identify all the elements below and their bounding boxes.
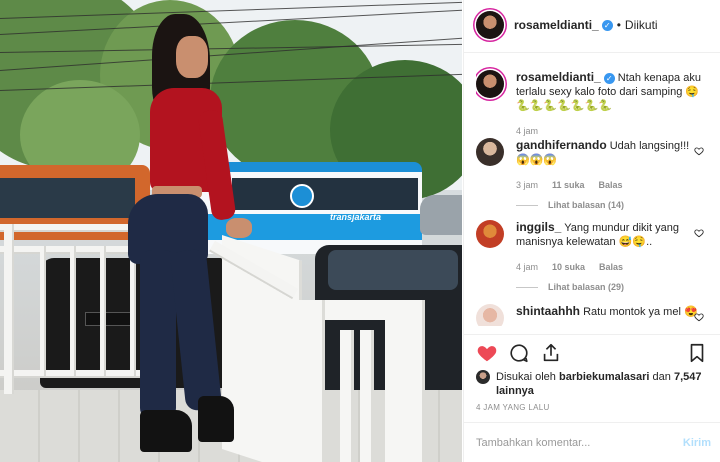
comment-reply-button[interactable]: Balas xyxy=(599,262,623,272)
comment-body: gandhifernando Udah langsing!!! 😱😱😱 xyxy=(516,138,701,167)
post-timestamp[interactable]: 4 JAM YANG LALU xyxy=(476,403,550,412)
photo-bus-window xyxy=(232,178,418,210)
comment-likes[interactable]: 11 suka xyxy=(552,180,585,190)
comment-emojis: 😅🤤.. xyxy=(618,236,653,248)
comment-item: shintaahhh Ratu montok ya mel 😍 xyxy=(476,304,716,326)
post-actions xyxy=(476,340,711,368)
comment-meta: 4 jam 10 suka Balas xyxy=(516,262,623,272)
photo-railing xyxy=(340,330,354,462)
post-header: rosameldianti_ ✓ • Diikuti xyxy=(476,10,711,40)
photo-car-dark-window xyxy=(328,250,458,290)
view-replies-label: Lihat balasan (14) xyxy=(548,200,625,210)
comments-list[interactable]: rosameldianti_ ✓ Ntah kenapa aku terlalu … xyxy=(476,56,716,326)
commenter-avatar[interactable] xyxy=(476,138,504,166)
commenter-avatar[interactable] xyxy=(476,304,504,326)
verified-badge-icon: ✓ xyxy=(603,72,615,84)
author-avatar[interactable] xyxy=(476,11,504,39)
comment-bubble-icon[interactable] xyxy=(508,342,530,364)
verified-badge-icon: ✓ xyxy=(601,19,613,31)
comment-composer: Kirim xyxy=(464,422,720,462)
replies-line xyxy=(516,204,538,206)
photo-fence-post xyxy=(70,246,76,376)
photo-bus-logo-icon xyxy=(290,184,314,208)
like-comment-heart-icon[interactable] xyxy=(694,312,704,322)
caption-username[interactable]: rosameldianti_ xyxy=(516,70,601,84)
comment-username[interactable]: shintaahhh xyxy=(516,304,580,318)
photo-bus-window xyxy=(0,178,135,218)
actions-divider xyxy=(464,334,720,335)
liker-username[interactable]: barbiekumalasari xyxy=(559,371,650,383)
photo-fence-post xyxy=(40,246,46,376)
comment-input[interactable] xyxy=(476,432,671,454)
comment-body: shintaahhh Ratu montok ya mel 😍 xyxy=(516,304,701,319)
caption-time[interactable]: 4 jam xyxy=(516,126,538,136)
comment-meta: 3 jam 11 suka Balas xyxy=(516,180,623,190)
photo-railing xyxy=(285,300,325,462)
likes-prefix: Disukai oleh xyxy=(496,371,556,383)
comment-body: inggils_ Yang mundur dikit yang manisnya… xyxy=(516,220,701,249)
comment-reply-button[interactable]: Balas xyxy=(599,180,623,190)
caption: rosameldianti_ ✓ Ntah kenapa aku terlalu … xyxy=(476,70,716,140)
view-replies-button[interactable]: Lihat balasan (29) xyxy=(516,282,624,292)
view-replies-button[interactable]: Lihat balasan (14) xyxy=(516,200,624,210)
post-sidebar: rosameldianti_ ✓ • Diikuti rosameldianti… xyxy=(463,0,720,462)
photo-bus-logo-text: transjakarta xyxy=(330,212,382,222)
likes-joiner: dan xyxy=(652,371,671,383)
photo-fence-post xyxy=(130,246,136,376)
comment-text: Udah langsing!!! xyxy=(609,140,690,152)
follow-status-button[interactable]: Diikuti xyxy=(625,18,658,32)
likes-text: Disukai oleh barbiekumalasari dan 7,547 … xyxy=(496,370,711,398)
like-comment-heart-icon[interactable] xyxy=(694,228,704,238)
photo-license-plate xyxy=(85,312,133,326)
like-comment-heart-icon[interactable] xyxy=(694,146,704,156)
comment-time[interactable]: 3 jam xyxy=(516,180,538,190)
photo-fence-post xyxy=(100,246,106,376)
header-divider xyxy=(464,52,720,53)
commenter-avatar[interactable] xyxy=(476,220,504,248)
caption-avatar[interactable] xyxy=(476,70,504,98)
photo-person-leg-left xyxy=(140,250,176,420)
post-photo[interactable]: transjakarta xyxy=(0,0,462,462)
photo-person-boot-right xyxy=(198,396,234,442)
comment-time[interactable]: 4 jam xyxy=(516,262,538,272)
separator-dot: • xyxy=(616,18,621,32)
photo-person-boot-left xyxy=(140,410,192,452)
comment-text: Ratu montok ya mel xyxy=(583,306,681,318)
view-replies-label: Lihat balasan (29) xyxy=(548,282,625,292)
share-icon[interactable] xyxy=(540,342,562,364)
photo-railing xyxy=(385,300,425,462)
like-heart-icon[interactable] xyxy=(476,342,498,364)
comment-emojis: 😱😱😱 xyxy=(516,154,558,166)
photo-fence-post xyxy=(4,224,14,394)
comment-username[interactable]: inggils_ xyxy=(516,220,561,234)
replies-line xyxy=(516,286,538,288)
comment-item: inggils_ Yang mundur dikit yang manisnya… xyxy=(476,220,716,292)
caption-meta: 4 jam xyxy=(516,126,538,136)
post-comment-button[interactable]: Kirim xyxy=(683,437,711,449)
comment-likes[interactable]: 10 suka xyxy=(552,262,585,272)
photo-railing xyxy=(360,330,374,462)
photo-person-hand xyxy=(226,218,252,238)
comment-username[interactable]: gandhifernando xyxy=(516,138,607,152)
photo-car-grey xyxy=(420,195,462,235)
likes-summary: Disukai oleh barbiekumalasari dan 7,547 … xyxy=(476,370,711,398)
liker-avatar[interactable] xyxy=(476,370,490,384)
photo-person-face xyxy=(176,36,208,78)
caption-body: rosameldianti_ ✓ Ntah kenapa aku terlalu … xyxy=(516,70,701,113)
bookmark-icon[interactable] xyxy=(686,342,708,364)
comment-item: gandhifernando Udah langsing!!! 😱😱😱 3 ja… xyxy=(476,138,716,210)
author-username[interactable]: rosameldianti_ xyxy=(514,18,599,32)
